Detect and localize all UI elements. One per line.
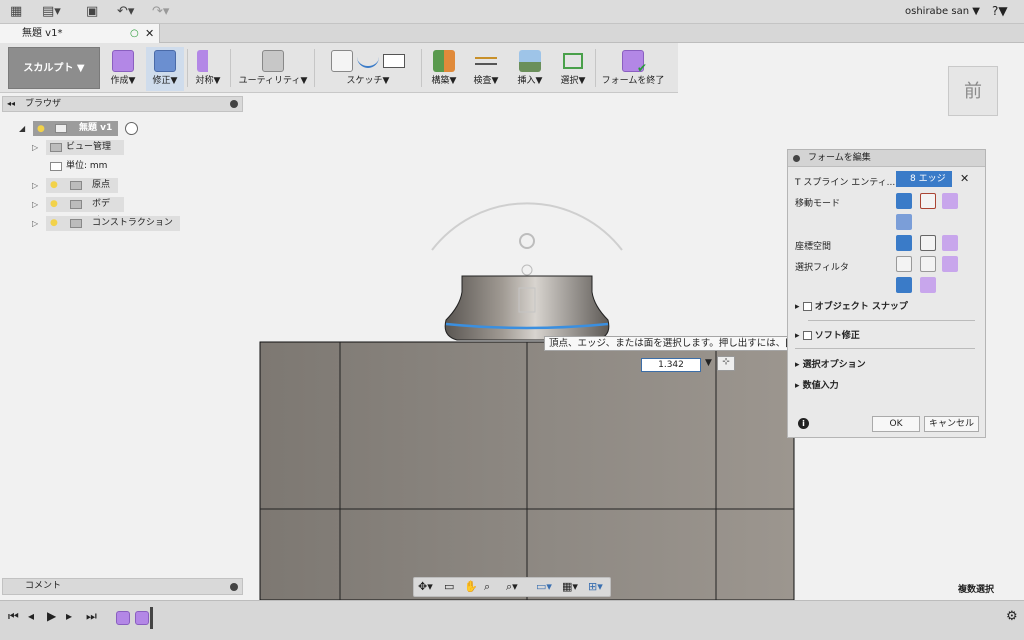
panel-toggle-icon[interactable] bbox=[230, 583, 238, 591]
viewports-icon[interactable]: ⊞▾ bbox=[588, 580, 603, 593]
select-filter-label: 選択フィルタ bbox=[795, 263, 849, 273]
comment-title: コメント bbox=[25, 581, 62, 591]
object-snap-row[interactable]: ▸ オブジェクト スナップ bbox=[795, 299, 908, 312]
filter-all-icon[interactable] bbox=[920, 277, 936, 293]
panel-title: フォームを編集 bbox=[808, 153, 871, 163]
move-handle-icon[interactable] bbox=[521, 264, 533, 276]
rotate-handle-icon[interactable] bbox=[519, 233, 535, 249]
soft-modify-label: ソフト修正 bbox=[814, 331, 860, 341]
filter-edge-icon[interactable] bbox=[920, 256, 936, 272]
pan-icon[interactable]: ✋ bbox=[464, 580, 478, 593]
panel-header: フォームを編集 bbox=[788, 150, 985, 167]
timeline-form-feature-icon[interactable] bbox=[116, 611, 130, 625]
clear-selection-icon[interactable]: ✕ bbox=[960, 172, 969, 185]
selection-count-badge[interactable]: 8 エッジ bbox=[896, 171, 952, 187]
coord-space-label: 座標空間 bbox=[795, 242, 832, 252]
object-snap-checkbox[interactable] bbox=[802, 302, 812, 311]
zoom-icon[interactable]: ⌕ bbox=[484, 580, 490, 594]
go-to-start-icon[interactable]: ⏮ bbox=[8, 609, 19, 624]
cancel-button[interactable]: キャンセル bbox=[924, 416, 979, 432]
fit-icon[interactable]: ⌕▾ bbox=[506, 580, 518, 594]
move-mode-label: 移動モード bbox=[795, 199, 841, 209]
move-mode-multi-icon[interactable] bbox=[896, 193, 912, 209]
move-mode-scale-icon[interactable] bbox=[896, 214, 912, 230]
timeline-form-feature-icon[interactable] bbox=[135, 611, 149, 625]
step-forward-icon[interactable]: ▸ bbox=[66, 609, 72, 623]
play-icon[interactable]: ▶ bbox=[47, 609, 56, 623]
dropdown-arrow-icon[interactable]: ▼ bbox=[705, 358, 712, 368]
grid-settings-icon[interactable]: ▦▾ bbox=[562, 580, 578, 593]
display-settings-icon[interactable]: ▭▾ bbox=[536, 580, 552, 593]
view-cube[interactable]: 前 bbox=[948, 66, 998, 116]
orbit-icon[interactable]: ✥▾ bbox=[418, 580, 433, 593]
timeline-marker[interactable] bbox=[150, 607, 153, 629]
tspline-entity-label: T スプライン エンティ... bbox=[795, 178, 896, 188]
select-options-row[interactable]: ▸ 選択オプション bbox=[795, 357, 866, 370]
timeline-bar: ⏮ ◂ ▶ ▸ ⏭ ⚙ bbox=[0, 600, 1024, 640]
numeric-input-label: 数値入力 bbox=[802, 381, 839, 391]
distance-input[interactable]: 1.342 bbox=[641, 358, 701, 372]
select-options-label: 選択オプション bbox=[802, 360, 866, 370]
move-mode-rotate-icon[interactable] bbox=[942, 193, 958, 209]
coord-view-icon[interactable] bbox=[920, 235, 936, 251]
step-back-icon[interactable]: ◂ bbox=[28, 609, 34, 623]
ok-button[interactable]: OK bbox=[872, 416, 920, 432]
filter-face-icon[interactable] bbox=[942, 256, 958, 272]
coord-local-icon[interactable] bbox=[942, 235, 958, 251]
soft-modify-row[interactable]: ▸ ソフト修正 bbox=[795, 328, 860, 341]
edit-form-panel: フォームを編集 T スプライン エンティ... 8 エッジ ✕ 移動モード 座標… bbox=[787, 149, 986, 438]
move-mode-translate-icon[interactable] bbox=[920, 193, 936, 209]
info-icon[interactable]: i bbox=[798, 418, 809, 429]
sculpt-form-body[interactable] bbox=[444, 275, 610, 341]
comment-panel[interactable]: コメント bbox=[2, 578, 243, 595]
go-to-end-icon[interactable]: ⏭ bbox=[86, 609, 97, 624]
coord-world-icon[interactable] bbox=[896, 235, 912, 251]
input-option-icon[interactable]: ⊹ bbox=[717, 356, 735, 371]
settings-gear-icon[interactable]: ⚙ bbox=[1006, 609, 1018, 624]
numeric-input-row[interactable]: ▸ 数値入力 bbox=[795, 378, 839, 391]
filter-body-icon[interactable] bbox=[896, 277, 912, 293]
object-snap-label: オブジェクト スナップ bbox=[814, 302, 908, 312]
panel-collapse-icon[interactable] bbox=[793, 155, 800, 162]
look-at-icon[interactable]: ▭ bbox=[444, 580, 454, 593]
filter-vertex-icon[interactable] bbox=[896, 256, 912, 272]
soft-modify-checkbox[interactable] bbox=[802, 331, 812, 340]
navigation-bar: ✥▾ ▭ ✋ ⌕ ⌕▾ ▭▾ ▦▾ ⊞▾ bbox=[413, 577, 611, 597]
selection-mode-status: 複数選択 bbox=[958, 585, 995, 595]
